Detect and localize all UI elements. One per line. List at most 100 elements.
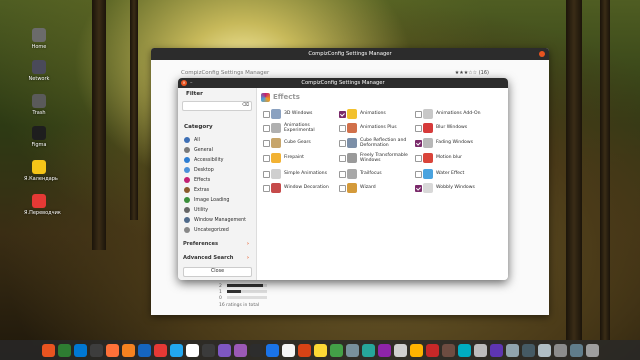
plugin-icon: [271, 169, 281, 179]
category-item[interactable]: Uncategorized: [184, 226, 246, 236]
dock-app-icon[interactable]: [153, 343, 167, 357]
plugin-icon: [423, 169, 433, 179]
plugin-checkbox[interactable]: [263, 140, 270, 147]
dialog-titlebar[interactable]: × – CompizConfig Settings Manager: [178, 78, 508, 88]
dock-app-icon[interactable]: [473, 343, 487, 357]
category-icon: [184, 176, 190, 183]
filter-input[interactable]: ⌫: [182, 101, 252, 111]
plugin-label: Cube Reflection and Deformation: [360, 137, 407, 148]
preferences-label: Preferences: [183, 241, 219, 247]
desktop-icon[interactable]: Я.Календарь: [24, 160, 58, 182]
app-icon: [32, 160, 46, 174]
dock-app-icon[interactable]: [137, 343, 151, 357]
close-button[interactable]: Close: [183, 267, 252, 277]
category-item[interactable]: Desktop: [184, 166, 246, 176]
plugin-checkbox[interactable]: [263, 185, 270, 192]
dock-app-icon[interactable]: [233, 343, 247, 357]
advanced-search-link[interactable]: Advanced Search ›: [183, 255, 251, 261]
plugin-checkbox[interactable]: [339, 111, 346, 118]
preferences-link[interactable]: Preferences ›: [183, 241, 251, 247]
rating-row: 0: [219, 296, 267, 301]
plugin-checkbox[interactable]: [339, 185, 346, 192]
close-icon[interactable]: ×: [181, 80, 187, 86]
dock-app-icon[interactable]: [57, 343, 71, 357]
desktop-icon[interactable]: Я.Переводчик: [24, 194, 61, 216]
plugin-icon: [347, 138, 357, 148]
desktop-icon[interactable]: Figma: [24, 126, 54, 148]
category-icon: [184, 206, 190, 213]
plugin-checkbox[interactable]: [415, 185, 422, 192]
dock-app-icon[interactable]: [265, 343, 279, 357]
dock-app-icon[interactable]: [409, 343, 423, 357]
section-header: Effects: [261, 91, 300, 103]
category-label: Uncategorized: [194, 228, 229, 233]
settings-dialog: × – CompizConfig Settings Manager Filter…: [178, 78, 508, 280]
dock-app-icon[interactable]: [217, 343, 231, 357]
category-label: Effects: [194, 178, 211, 183]
close-icon[interactable]: [539, 51, 545, 57]
plugin-checkbox[interactable]: [415, 111, 422, 118]
dock-app-icon[interactable]: [41, 343, 55, 357]
category-item[interactable]: Window Management: [184, 216, 246, 226]
plugin-checkbox[interactable]: [263, 155, 270, 162]
dock-app-icon[interactable]: [169, 343, 183, 357]
dock-app-icon[interactable]: [329, 343, 343, 357]
plugin-checkbox[interactable]: [339, 171, 346, 178]
dock-app-icon[interactable]: [313, 343, 327, 357]
plugin-label: Motion blur: [436, 155, 463, 161]
category-item[interactable]: Utility: [184, 206, 246, 216]
category-item[interactable]: Image Loading: [184, 196, 246, 206]
chevron-right-icon: ›: [246, 241, 249, 247]
dock-app-icon[interactable]: [537, 343, 551, 357]
desktop-icon[interactable]: Network: [24, 60, 54, 82]
dock-app-icon[interactable]: [425, 343, 439, 357]
dock-app-icon[interactable]: [185, 343, 199, 357]
dock-app-icon[interactable]: [105, 343, 119, 357]
category-item[interactable]: Accessibility: [184, 156, 246, 166]
back-window-title[interactable]: CompizConfig Settings Manager: [151, 48, 549, 60]
category-item[interactable]: All: [184, 136, 246, 146]
category-item[interactable]: General: [184, 146, 246, 156]
dock-app-icon[interactable]: [489, 343, 503, 357]
plugin-label: Wizard: [360, 185, 376, 191]
clear-icon[interactable]: ⌫: [242, 102, 249, 108]
dock-app-icon[interactable]: [201, 343, 215, 357]
category-label: All: [194, 138, 200, 143]
app-icon: [32, 28, 46, 42]
plugin-checkbox[interactable]: [415, 171, 422, 178]
dock-app-icon[interactable]: [345, 343, 359, 357]
dock-app-icon[interactable]: [441, 343, 455, 357]
dock-app-icon[interactable]: [585, 343, 599, 357]
plugin-checkbox[interactable]: [415, 155, 422, 162]
plugin-checkbox[interactable]: [415, 125, 422, 132]
plugin-checkbox[interactable]: [339, 155, 346, 162]
dock-app-icon[interactable]: [377, 343, 391, 357]
minimize-icon[interactable]: –: [190, 78, 193, 88]
dock-app-icon[interactable]: [281, 343, 295, 357]
dock-app-icon[interactable]: [73, 343, 87, 357]
dock-app-icon[interactable]: [393, 343, 407, 357]
dock-app-icon[interactable]: [457, 343, 471, 357]
desktop-icon[interactable]: Home: [24, 28, 54, 50]
dock-app-icon[interactable]: [505, 343, 519, 357]
dock-app-icon[interactable]: [249, 343, 263, 357]
dock-app-icon[interactable]: [553, 343, 567, 357]
plugin-checkbox[interactable]: [415, 140, 422, 147]
dock-app-icon[interactable]: [361, 343, 375, 357]
category-item[interactable]: Effects: [184, 176, 246, 186]
category-item[interactable]: Extras: [184, 186, 246, 196]
filter-heading: Filter: [186, 91, 203, 97]
plugin-checkbox[interactable]: [339, 140, 346, 147]
plugin-checkbox[interactable]: [263, 171, 270, 178]
plugin-icon: [423, 123, 433, 133]
rating-row-label: 0: [219, 296, 222, 301]
plugin-checkbox[interactable]: [339, 125, 346, 132]
dock-app-icon[interactable]: [569, 343, 583, 357]
dock-app-icon[interactable]: [521, 343, 535, 357]
dock-app-icon[interactable]: [89, 343, 103, 357]
dock-app-icon[interactable]: [297, 343, 311, 357]
desktop-icon[interactable]: Trash: [24, 94, 54, 116]
plugin-checkbox[interactable]: [263, 125, 270, 132]
plugin-checkbox[interactable]: [263, 111, 270, 118]
dock-app-icon[interactable]: [121, 343, 135, 357]
